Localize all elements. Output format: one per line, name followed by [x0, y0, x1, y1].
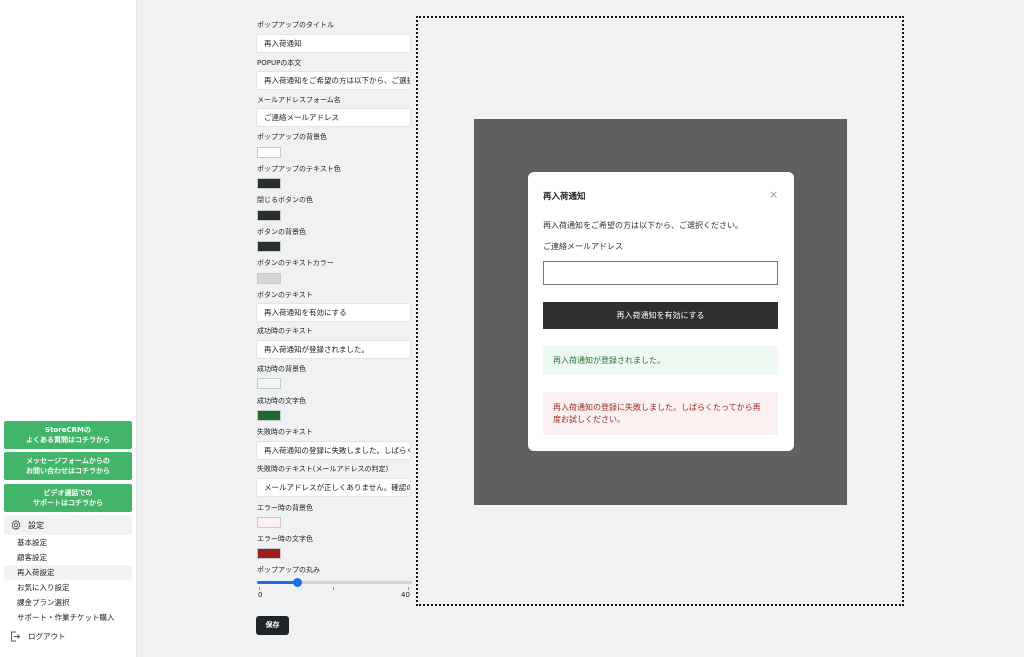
button-text-input[interactable]: 再入荷通知を有効にする [256, 303, 411, 322]
popup-bg-color-swatch[interactable] [257, 147, 281, 158]
slider-tick [408, 587, 409, 590]
popup-text-color-label: ポップアップのテキスト色 [257, 165, 341, 173]
sidebar-item-basic-settings[interactable]: 基本設定 [4, 535, 132, 550]
sidebar-item-support-tickets[interactable]: サポート・作業チケット購入 [4, 610, 132, 625]
slider-tick [259, 587, 260, 590]
popup-body-input[interactable]: 再入荷通知をご希望の方は以下から、ご選択ください。 [256, 71, 411, 90]
button-text-color-swatch[interactable] [257, 273, 281, 284]
preview-email-input[interactable] [543, 261, 778, 285]
sidebar: StoreCRMの よくある質問はコチラから メッセージフォームからの お問い合… [0, 0, 137, 657]
logout-icon [11, 631, 20, 642]
button-bg-color-label: ボタンの背景色 [257, 228, 306, 236]
radius-slider-fill [257, 581, 297, 584]
preview-modal: 再入荷通知 × 再入荷通知をご希望の方は以下から、ご選択ください。 ご連絡メール… [528, 172, 794, 451]
logout-label: ログアウト [28, 632, 66, 641]
settings-section[interactable]: 設定 [4, 515, 132, 535]
radius-slider-thumb[interactable] [293, 578, 302, 587]
contact-button-line1: メッセージフォームからの [26, 457, 110, 465]
contact-button-line2: お問い合わせはコチラから [26, 467, 110, 475]
preview-enable-button[interactable]: 再入荷通知を有効にする [543, 302, 778, 329]
faq-button[interactable]: StoreCRMの よくある質問はコチラから [4, 421, 132, 449]
button-text-label: ボタンのテキスト [257, 291, 313, 299]
success-bg-color-swatch[interactable] [257, 378, 281, 389]
success-text-input[interactable]: 再入荷通知が登録されました。 [256, 340, 411, 359]
popup-bg-color-label: ポップアップの背景色 [257, 133, 327, 141]
faq-button-line1: StoreCRMの [45, 426, 91, 434]
settings-label: 設定 [28, 520, 44, 530]
sidebar-item-favorite-settings[interactable]: お気に入り設定 [4, 580, 132, 595]
popup-text-color-swatch[interactable] [257, 178, 281, 189]
success-fg-color-swatch[interactable] [257, 410, 281, 421]
error-fg-color-swatch[interactable] [257, 548, 281, 559]
sidebar-item-restock-settings[interactable]: 再入荷設定 [4, 565, 132, 580]
popup-radius-label: ポップアップの丸み [257, 566, 320, 574]
contact-form-button[interactable]: メッセージフォームからの お問い合わせはコチラから [4, 452, 132, 480]
close-button-color-swatch[interactable] [257, 210, 281, 221]
popup-body-label: POPUPの本文 [257, 59, 302, 67]
radius-max-label: 40 [401, 591, 410, 599]
slider-tick [333, 587, 334, 590]
success-bg-color-label: 成功時の背景色 [257, 365, 306, 373]
preview-error-message: 再入荷通知の登録に失敗しました。しばらくたってから再度お試しください。 [543, 392, 778, 435]
success-text-label: 成功時のテキスト [257, 327, 313, 335]
popup-title-label: ポップアップのタイトル [257, 21, 334, 29]
sidebar-item-customer-settings[interactable]: 顧客設定 [4, 550, 132, 565]
video-button-line2: サポートはコチラから [33, 499, 103, 507]
button-bg-color-swatch[interactable] [257, 241, 281, 252]
popup-title-input[interactable]: 再入荷通知 [256, 34, 411, 53]
logout-button[interactable]: ログアウト [10, 631, 66, 642]
sidebar-item-billing-plan[interactable]: 課金プラン選択 [4, 595, 132, 610]
preview-modal-title: 再入荷通知 [543, 192, 586, 202]
gear-icon [11, 519, 21, 531]
close-icon[interactable]: × [769, 188, 778, 201]
video-button-line1: ビデオ通話での [43, 489, 93, 497]
error-bg-color-swatch[interactable] [257, 517, 281, 528]
email-form-input[interactable]: ご連絡メールアドレス [256, 108, 411, 127]
video-support-button[interactable]: ビデオ通話での サポートはコチラから [4, 484, 132, 512]
radius-min-label: 0 [258, 591, 263, 599]
preview-email-label: ご連絡メールアドレス [543, 242, 623, 251]
preview-success-message: 再入荷通知が登録されました。 [543, 346, 778, 375]
faq-button-line2: よくある質問はコチラから [26, 436, 110, 444]
preview-modal-body: 再入荷通知をご希望の方は以下から、ご選択ください。 [543, 221, 743, 230]
fail-email-text-label: 失敗時のテキスト(メールアドレスの判定) [257, 465, 389, 473]
fail-text-input[interactable]: 再入荷通知の登録に失敗しました。しばらくたってから再度お試しください。 [256, 441, 411, 460]
fail-email-text-input[interactable]: メールアドレスが正しくありません。確認の上、再度入力してください。 [256, 478, 411, 497]
success-fg-color-label: 成功時の文字色 [257, 397, 306, 405]
error-bg-color-label: エラー時の背景色 [257, 504, 313, 512]
button-text-color-label: ボタンのテキストカラー [257, 259, 334, 267]
email-form-label: メールアドレスフォーム名 [257, 96, 341, 104]
save-button[interactable]: 保存 [256, 616, 289, 635]
fail-text-label: 失敗時のテキスト [257, 428, 313, 436]
close-button-color-label: 閉じるボタンの色 [257, 196, 313, 204]
error-fg-color-label: エラー時の文字色 [257, 535, 313, 543]
